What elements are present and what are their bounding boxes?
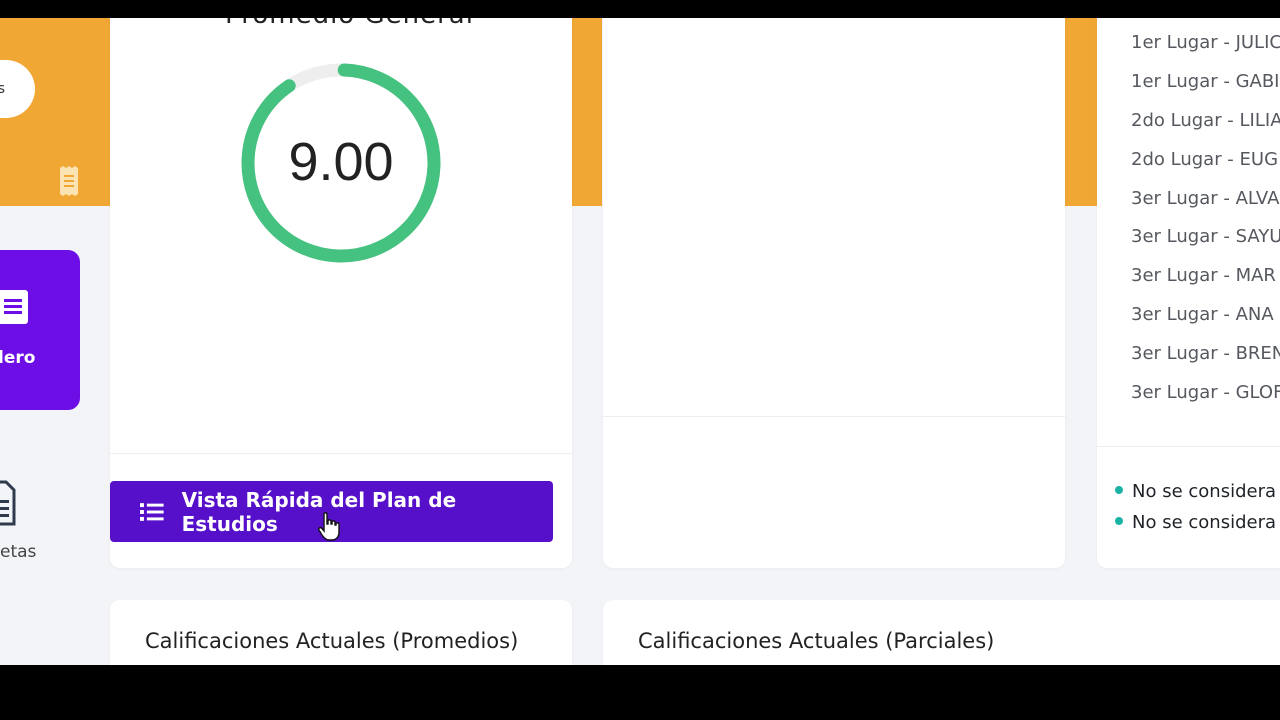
card-divider <box>110 453 572 454</box>
ranking-card-divider <box>1097 446 1280 447</box>
document-list-icon <box>0 290 28 324</box>
ranking-item: 3er Lugar - ANA <box>1131 304 1274 325</box>
file-icon <box>0 480 16 526</box>
middle-card-divider <box>603 416 1065 417</box>
hand-cursor-icon <box>318 512 340 541</box>
note-text: No se considera <box>1132 512 1276 533</box>
dashboard-viewport: s lero etas Promedio General 9.00 <box>0 18 1280 665</box>
middle-card <box>603 18 1065 568</box>
bullet-dot-icon <box>1115 486 1123 494</box>
note-item: No se considera <box>1115 512 1276 533</box>
promedios-section-title: Calificaciones Actuales (Promedios) <box>145 629 519 653</box>
ranking-item: 1er Lugar - GABI <box>1131 71 1280 92</box>
parciales-section-title: Calificaciones Actuales (Parciales) <box>638 629 995 653</box>
plan-estudios-button-label: Vista Rápida del Plan de Estudios <box>181 487 457 536</box>
purple-nav-tile[interactable]: lero <box>0 250 80 410</box>
left-nav-label: etas <box>0 542 37 562</box>
promedio-title: Promedio General <box>225 18 474 30</box>
ranking-item: 3er Lugar - GLOF <box>1131 382 1280 403</box>
promedio-value: 9.00 <box>288 132 394 192</box>
ranking-item: 2do Lugar - EUG <box>1131 149 1279 170</box>
note-text: No se considera <box>1132 481 1276 502</box>
ranking-item: 2do Lugar - LILIA <box>1131 110 1280 131</box>
ranking-item: 3er Lugar - MAR <box>1131 265 1276 286</box>
ranking-item: 3er Lugar - SAYU <box>1131 226 1280 247</box>
ranking-item: 3er Lugar - BREN <box>1131 343 1280 364</box>
note-item: No se considera <box>1115 481 1276 502</box>
receipt-icon <box>60 166 78 196</box>
ranking-item: 1er Lugar - JULIC <box>1131 32 1280 53</box>
ranking-item: 3er Lugar - ALVA <box>1131 188 1280 209</box>
header-band-middle <box>572 18 602 206</box>
bullet-dot-icon <box>1115 517 1123 525</box>
purple-tile-label: lero <box>0 348 36 368</box>
header-band-right <box>1065 18 1097 206</box>
list-icon <box>140 502 164 521</box>
